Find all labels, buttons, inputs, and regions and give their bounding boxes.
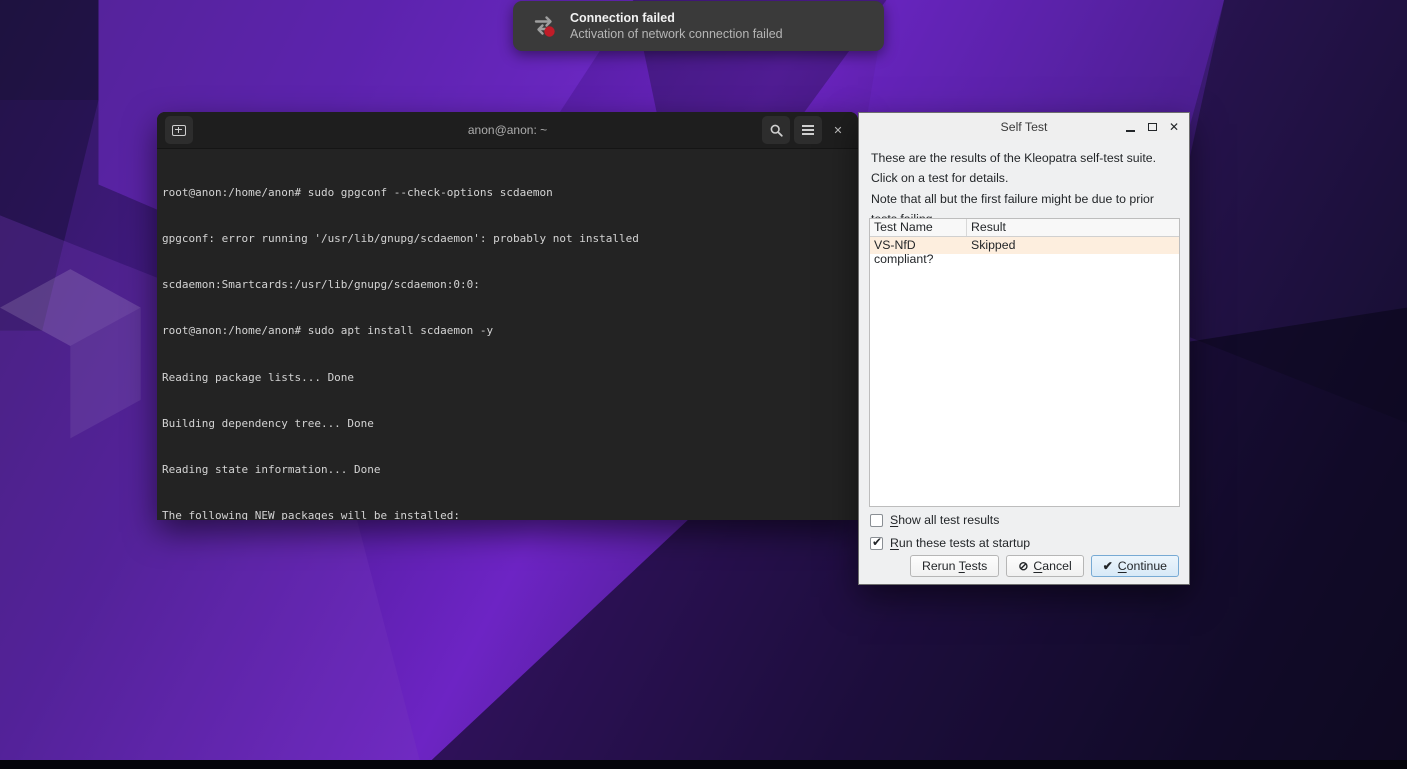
self-test-dialog: Self Test ✕ These are the results of the… xyxy=(858,112,1190,585)
button-label: Continue xyxy=(1118,559,1167,573)
rerun-tests-button[interactable]: Rerun Tests xyxy=(910,555,999,577)
dialog-title: Self Test xyxy=(1001,120,1048,134)
terminal-line: gpgconf: error running '/usr/lib/gnupg/s… xyxy=(162,231,858,246)
table-header-row: Test Name Result xyxy=(870,219,1179,237)
dialog-button-row: Rerun Tests ⊘ Cancel ✔ Continue xyxy=(910,555,1179,577)
button-label: Rerun Tests xyxy=(922,559,987,573)
maximize-icon xyxy=(1148,123,1157,131)
column-header-result[interactable]: Result xyxy=(967,219,1010,236)
cancel-button[interactable]: ⊘ Cancel xyxy=(1006,555,1083,577)
search-button[interactable] xyxy=(762,116,790,144)
maximize-button[interactable] xyxy=(1146,120,1158,134)
terminal-screen[interactable]: root@anon:/home/anon# sudo gpgconf --che… xyxy=(157,149,858,520)
checkbox-label: Show all test results xyxy=(890,513,999,527)
checkbox-unchecked[interactable] xyxy=(870,514,883,527)
checkbox-label: Run these tests at startup xyxy=(890,536,1030,550)
minimize-icon xyxy=(1126,130,1135,132)
notification-message: Activation of network connection failed xyxy=(570,27,783,41)
terminal-line: scdaemon:Smartcards:/usr/lib/gnupg/scdae… xyxy=(162,277,858,292)
cancel-icon: ⊘ xyxy=(1018,559,1028,573)
show-all-results-checkbox[interactable]: Show all test results xyxy=(870,513,999,527)
close-icon: ✕ xyxy=(833,124,842,137)
terminal-window: anon@anon: ~ ✕ root@anon:/home/anon# sud… xyxy=(157,112,858,520)
terminal-titlebar[interactable]: anon@anon: ~ ✕ xyxy=(157,112,858,149)
check-icon: ✔ xyxy=(1103,559,1113,573)
minimize-button[interactable] xyxy=(1124,120,1136,134)
screen-bottom-bar xyxy=(0,760,1407,769)
self-test-results-table: Test Name Result VS-NfD compliant? Skipp… xyxy=(869,218,1180,507)
terminal-line: Reading package lists... Done xyxy=(162,370,858,385)
checkbox-checked[interactable]: ✔ xyxy=(870,537,883,550)
dialog-close-button[interactable]: ✕ xyxy=(1168,120,1180,134)
terminal-title: anon@anon: ~ xyxy=(157,123,858,137)
terminal-line: Reading state information... Done xyxy=(162,462,858,477)
network-transmit-receive-error-icon xyxy=(532,13,558,39)
column-header-test-name[interactable]: Test Name xyxy=(870,219,967,236)
terminal-line: Building dependency tree... Done xyxy=(162,416,858,431)
continue-button[interactable]: ✔ Continue xyxy=(1091,555,1179,577)
new-tab-icon xyxy=(172,125,186,136)
close-icon: ✕ xyxy=(1169,120,1179,134)
run-tests-at-startup-checkbox[interactable]: ✔ Run these tests at startup xyxy=(870,536,1030,550)
notification-title: Connection failed xyxy=(570,11,783,25)
hamburger-menu-icon xyxy=(802,125,814,135)
checkmark-icon: ✔ xyxy=(872,535,882,549)
cell-test-name: VS-NfD compliant? xyxy=(870,237,967,254)
menu-button[interactable] xyxy=(794,116,822,144)
terminal-line: root@anon:/home/anon# sudo gpgconf --che… xyxy=(162,185,858,200)
button-label: Cancel xyxy=(1033,559,1071,573)
dialog-titlebar[interactable]: Self Test ✕ xyxy=(859,113,1189,140)
cell-result: Skipped xyxy=(967,237,1019,254)
notification-toast[interactable]: Connection failed Activation of network … xyxy=(513,1,884,51)
table-row[interactable]: VS-NfD compliant? Skipped xyxy=(870,237,1179,254)
terminal-line: The following NEW packages will be insta… xyxy=(162,508,858,520)
search-icon xyxy=(769,123,784,138)
new-tab-button[interactable] xyxy=(165,116,193,144)
terminal-line: root@anon:/home/anon# sudo apt install s… xyxy=(162,323,858,338)
terminal-close-button[interactable]: ✕ xyxy=(826,118,850,142)
dialog-intro-text: These are the results of the Kleopatra s… xyxy=(871,149,1179,188)
